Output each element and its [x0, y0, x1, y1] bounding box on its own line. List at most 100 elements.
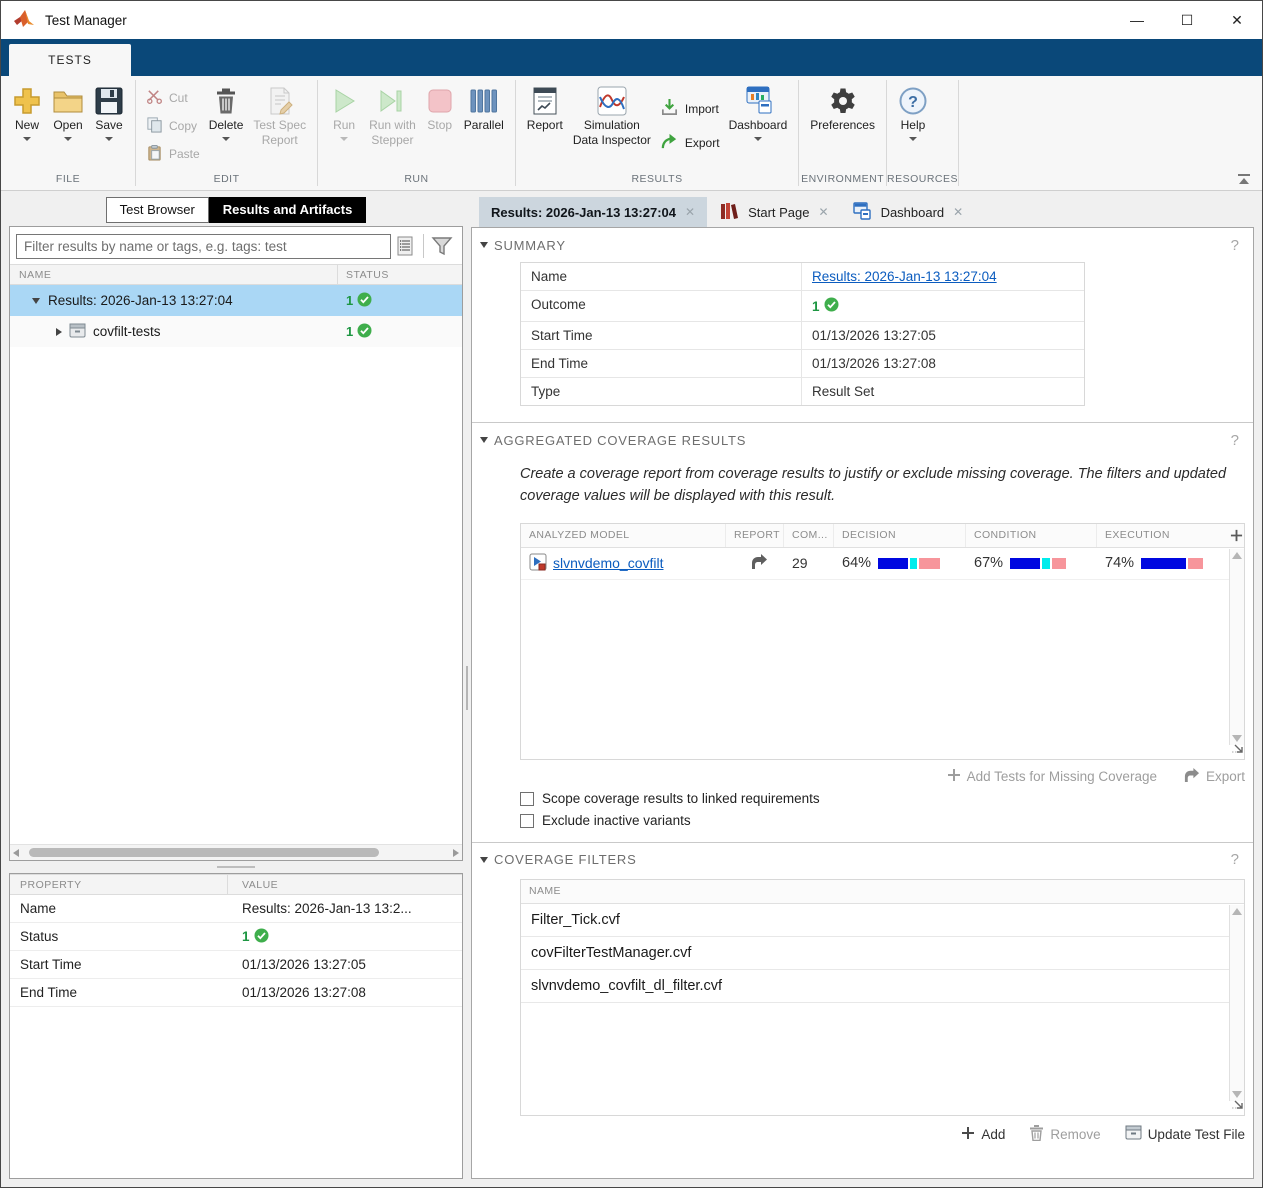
run-with-stepper-button[interactable]: Run with Stepper: [364, 82, 421, 150]
update-test-file-button[interactable]: Update Test File: [1125, 1125, 1245, 1144]
col-report[interactable]: REPORT: [726, 524, 784, 547]
close-tab-icon[interactable]: ✕: [819, 205, 829, 219]
tab-results-document[interactable]: Results: 2026-Jan-13 13:27:04 ✕: [479, 197, 707, 227]
export-button[interactable]: Export: [656, 130, 724, 156]
parallel-button[interactable]: Parallel: [459, 82, 509, 135]
checkbox-icon[interactable]: [520, 814, 534, 828]
tree-row-covfilt-tests[interactable]: covfilt-tests 1: [10, 316, 462, 347]
open-report-icon[interactable]: [750, 553, 768, 573]
tab-tests[interactable]: TESTS: [9, 44, 131, 76]
paste-button[interactable]: Paste: [142, 142, 204, 166]
run-button[interactable]: Run: [324, 82, 364, 143]
svg-text:?: ?: [908, 94, 918, 111]
test-spec-report-button[interactable]: Test Spec Report: [248, 82, 311, 150]
scroll-up-icon[interactable]: [1232, 908, 1242, 915]
scroll-right-icon[interactable]: [453, 849, 459, 857]
scroll-left-icon[interactable]: [13, 849, 19, 857]
filter-row-3[interactable]: slvnvdemo_covfilt_dl_filter.cvf: [521, 970, 1244, 1003]
filter-row-1[interactable]: Filter_Tick.cvf: [521, 904, 1244, 937]
simulation-data-inspector-button[interactable]: Simulation Data Inspector: [568, 82, 656, 150]
close-tab-icon[interactable]: ✕: [685, 205, 695, 219]
vertical-splitter[interactable]: [463, 197, 471, 1179]
cut-button[interactable]: Cut: [142, 86, 204, 110]
property-panel: PROPERTY VALUE Name Results: 2026-Jan-13…: [9, 873, 463, 1179]
stop-button[interactable]: Stop: [421, 82, 459, 135]
minimize-button[interactable]: —: [1112, 1, 1162, 39]
scrollbar-thumb[interactable]: [29, 848, 379, 857]
tab-results-and-artifacts[interactable]: Results and Artifacts: [209, 197, 367, 223]
delete-button[interactable]: Delete: [204, 82, 249, 143]
group-caption-resources: RESOURCES: [887, 173, 958, 190]
save-button[interactable]: Save: [89, 82, 129, 143]
model-icon: [529, 553, 547, 574]
property-col-header[interactable]: PROPERTY: [10, 875, 228, 894]
col-condition[interactable]: CONDITION: [966, 524, 1097, 547]
plus-icon: [961, 1126, 975, 1143]
outcome-count: 1: [812, 299, 820, 314]
exclude-variants-checkbox-row[interactable]: Exclude inactive variants: [520, 810, 1253, 832]
preferences-button[interactable]: Preferences: [805, 82, 880, 135]
filter-funnel-button[interactable]: [428, 233, 456, 259]
col-decision[interactable]: DECISION: [834, 524, 966, 547]
col-execution[interactable]: EXECUTION: [1097, 524, 1214, 547]
filter-row-2[interactable]: covFilterTestManager.cvf: [521, 937, 1244, 970]
scroll-up-icon[interactable]: [1232, 552, 1242, 559]
panel-splitter[interactable]: [9, 861, 463, 873]
report-label: Report: [527, 118, 563, 133]
copy-button[interactable]: Copy: [142, 114, 204, 138]
add-tests-for-missing-coverage-button[interactable]: Add Tests for Missing Coverage: [947, 767, 1157, 786]
expand-collapse-icon[interactable]: [56, 328, 62, 336]
coverage-section-header[interactable]: AGGREGATED COVERAGE RESULTS ?: [472, 423, 1253, 453]
expand-collapse-icon[interactable]: [32, 298, 40, 304]
help-icon[interactable]: ?: [1231, 237, 1239, 254]
resize-grip-icon[interactable]: [1231, 1096, 1243, 1114]
help-icon[interactable]: ?: [1231, 432, 1239, 449]
report-button[interactable]: Report: [522, 82, 568, 135]
vertical-scrollbar[interactable]: [1229, 549, 1244, 745]
tree-row-results[interactable]: Results: 2026-Jan-13 13:27:04 1: [10, 285, 462, 316]
tab-test-browser[interactable]: Test Browser: [106, 197, 209, 223]
sdi-icon: [596, 84, 628, 118]
tab-dashboard[interactable]: Dashboard ✕: [841, 197, 976, 227]
summary-section-header[interactable]: SUMMARY ?: [472, 228, 1253, 258]
open-button[interactable]: Open: [47, 82, 89, 143]
saved-filters-button[interactable]: [391, 233, 419, 259]
open-icon: [52, 84, 84, 118]
col-name[interactable]: NAME: [521, 880, 1244, 903]
close-button[interactable]: ✕: [1212, 1, 1262, 39]
help-icon[interactable]: ?: [1231, 851, 1239, 868]
export-coverage-button[interactable]: Export: [1183, 767, 1245, 786]
new-button[interactable]: New: [7, 82, 47, 143]
filter-input[interactable]: [16, 234, 391, 259]
maximize-button[interactable]: ☐: [1162, 1, 1212, 39]
remove-filter-button[interactable]: Remove: [1029, 1125, 1100, 1144]
tab-start-page[interactable]: Start Page ✕: [707, 197, 841, 227]
filters-section-header[interactable]: COVERAGE FILTERS ?: [472, 843, 1253, 873]
help-button[interactable]: ? Help: [893, 82, 933, 143]
add-filter-button[interactable]: Add: [961, 1125, 1005, 1144]
section-collapse-icon[interactable]: [480, 242, 488, 248]
test-suite-icon: [69, 323, 86, 341]
section-collapse-icon[interactable]: [480, 857, 488, 863]
add-column-icon[interactable]: [1220, 524, 1244, 547]
scope-coverage-checkbox-row[interactable]: Scope coverage results to linked require…: [520, 788, 1253, 810]
coverage-row[interactable]: slvnvdemo_covfilt 29 64% 67% 74%: [521, 548, 1244, 580]
close-tab-icon[interactable]: ✕: [953, 205, 963, 219]
vertical-scrollbar[interactable]: [1229, 905, 1244, 1101]
tree-name-header[interactable]: NAME: [10, 265, 338, 284]
resize-grip-icon[interactable]: [1231, 740, 1243, 758]
col-analyzed-model[interactable]: ANALYZED MODEL: [521, 524, 726, 547]
dashboard-button[interactable]: Dashboard: [724, 82, 793, 143]
model-link[interactable]: slvnvdemo_covfilt: [553, 555, 664, 571]
checkbox-icon[interactable]: [520, 792, 534, 806]
collapse-ribbon-button[interactable]: [1238, 174, 1250, 184]
col-complexity[interactable]: COM...: [784, 524, 834, 547]
value-col-header[interactable]: VALUE: [228, 879, 462, 891]
execution-coverage-bar: [1141, 558, 1205, 569]
tab-label: Dashboard: [881, 205, 945, 220]
section-collapse-icon[interactable]: [480, 437, 488, 443]
result-link[interactable]: Results: 2026-Jan-13 13:27:04: [812, 269, 997, 284]
horizontal-scrollbar[interactable]: [10, 844, 462, 860]
tree-status-header[interactable]: STATUS: [338, 269, 462, 281]
import-button[interactable]: Import: [656, 96, 724, 122]
